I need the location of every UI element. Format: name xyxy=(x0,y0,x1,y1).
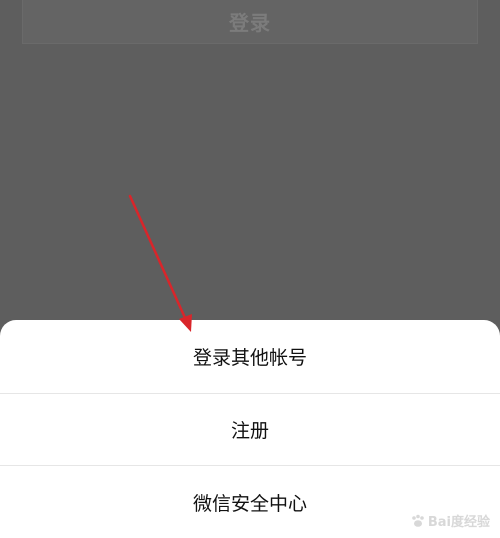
watermark: Bai度经验 xyxy=(411,511,490,530)
login-button-label: 登录 xyxy=(229,11,271,35)
watermark-text: Bai度经验 xyxy=(427,515,490,530)
login-other-account-option[interactable]: 登录其他帐号 xyxy=(0,320,500,394)
action-sheet: 登录其他帐号 注册 微信安全中心 xyxy=(0,320,500,538)
register-option[interactable]: 注册 xyxy=(0,394,500,466)
paw-icon xyxy=(412,514,424,527)
login-button: 登录 xyxy=(22,0,478,44)
